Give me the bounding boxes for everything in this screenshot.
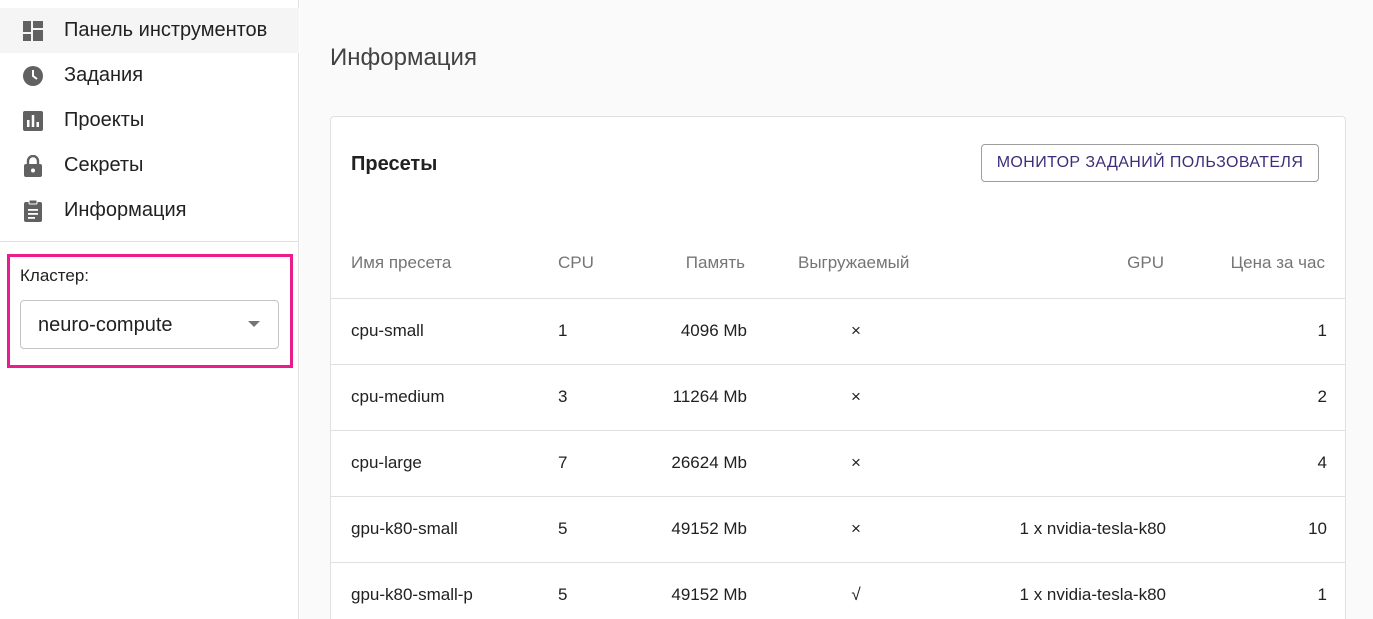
main-content: Информация Пресеты МОНИТОР ЗАДАНИЙ ПОЛЬЗ…: [300, 0, 1373, 619]
cell-gpu: 1 x nvidia-tesla-k80: [1019, 519, 1166, 538]
cell-memory: 26624 Mb: [671, 453, 747, 472]
clock-icon: [22, 65, 44, 87]
clipboard-icon: [22, 199, 44, 222]
sidebar-item-label: Информация: [64, 199, 187, 221]
cell-cpu: 5: [558, 585, 568, 604]
cell-memory: 49152 Mb: [671, 519, 747, 538]
cell-gpu: 1 x nvidia-tesla-k80: [1019, 585, 1166, 604]
cell-price: 1: [1317, 585, 1327, 604]
sidebar-item-information[interactable]: Информация: [0, 188, 299, 233]
cell-name: cpu-medium: [351, 387, 445, 406]
cell-name: gpu-k80-small-p: [351, 585, 473, 604]
table-row: cpu-medium 3 11264 Mb × 2: [331, 365, 1345, 431]
presets-card: Пресеты МОНИТОР ЗАДАНИЙ ПОЛЬЗОВАТЕЛЯ Имя…: [330, 116, 1346, 619]
cell-name: cpu-small: [351, 321, 424, 340]
column-header-memory[interactable]: Память: [686, 253, 745, 273]
cell-preemptible: ×: [851, 321, 861, 340]
cell-cpu: 7: [558, 453, 568, 472]
user-jobs-monitor-button[interactable]: МОНИТОР ЗАДАНИЙ ПОЛЬЗОВАТЕЛЯ: [981, 144, 1319, 182]
cluster-label: Кластер:: [20, 266, 90, 285]
sidebar-item-label: Панель инструментов: [64, 19, 268, 41]
card-title: Пресеты: [351, 153, 438, 175]
column-header-preemptible[interactable]: Выгружаемый: [798, 253, 909, 273]
cell-cpu: 3: [558, 387, 568, 406]
sidebar-item-jobs[interactable]: Задания: [0, 53, 299, 98]
page-title: Информация: [330, 44, 477, 71]
cell-price: 10: [1308, 519, 1327, 538]
cell-preemptible: ×: [851, 453, 861, 472]
table-row: gpu-k80-small-p 5 49152 Mb √ 1 x nvidia-…: [331, 563, 1345, 619]
lock-icon: [22, 154, 44, 177]
cell-price: 1: [1317, 321, 1327, 340]
sidebar-item-label: Проекты: [64, 109, 145, 131]
cell-memory: 49152 Mb: [671, 585, 747, 604]
dashboard-icon: [22, 20, 44, 42]
cell-cpu: 5: [558, 519, 568, 538]
cell-preemptible: ×: [851, 519, 861, 538]
sidebar-item-label: Секреты: [64, 154, 144, 176]
cell-memory: 11264 Mb: [672, 387, 747, 406]
caret-down-icon: [248, 321, 260, 327]
cell-name: cpu-large: [351, 453, 422, 472]
column-header-gpu[interactable]: GPU: [1127, 253, 1164, 273]
bar-chart-icon: [22, 110, 44, 132]
cluster-select-value: neuro-compute: [38, 314, 173, 336]
cell-price: 4: [1317, 453, 1327, 472]
sidebar-item-projects[interactable]: Проекты: [0, 98, 299, 143]
table-row: cpu-small 1 4096 Mb × 1: [331, 299, 1345, 365]
cell-name: gpu-k80-small: [351, 519, 458, 538]
app: Панель инструментов Задания Проекты Секр…: [0, 0, 1373, 619]
cell-preemptible: √: [851, 585, 861, 604]
sidebar: Панель инструментов Задания Проекты Секр…: [0, 0, 299, 619]
column-header-cpu[interactable]: CPU: [558, 253, 594, 273]
table-row: cpu-large 7 26624 Mb × 4: [331, 431, 1345, 497]
sidebar-divider: [0, 241, 299, 242]
column-header-price[interactable]: Цена за час: [1231, 253, 1325, 273]
cell-cpu: 1: [558, 321, 568, 340]
cell-preemptible: ×: [851, 387, 861, 406]
table-row: gpu-k80-small 5 49152 Mb × 1 x nvidia-te…: [331, 497, 1345, 563]
sidebar-item-dashboard[interactable]: Панель инструментов: [0, 8, 299, 53]
cell-price: 2: [1317, 387, 1327, 406]
column-header-name[interactable]: Имя пресета: [351, 253, 451, 273]
cluster-select[interactable]: neuro-compute: [20, 300, 279, 349]
cell-memory: 4096 Mb: [680, 321, 747, 340]
sidebar-item-secrets[interactable]: Секреты: [0, 143, 299, 188]
sidebar-item-label: Задания: [64, 64, 144, 86]
